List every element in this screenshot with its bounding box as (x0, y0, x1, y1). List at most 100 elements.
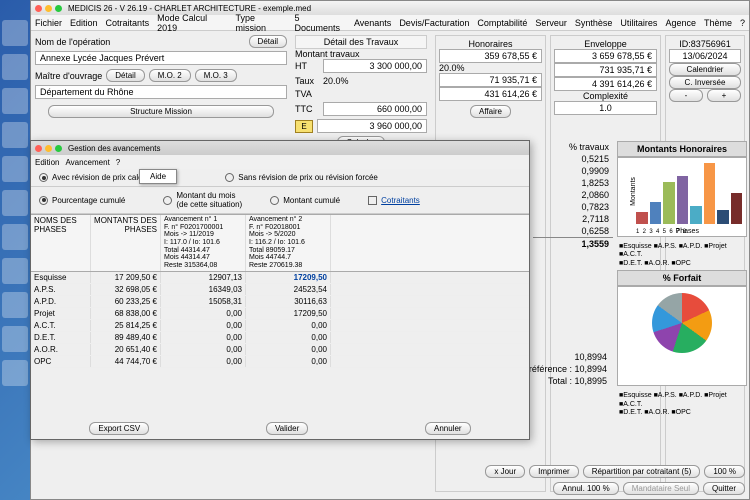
date-value: 13/06/2024 (669, 49, 741, 63)
plus-button[interactable]: + (707, 89, 741, 102)
minimize-icon[interactable] (45, 5, 52, 12)
table-row[interactable]: Projet68 838,00 €0,0017209,50 (31, 308, 529, 320)
e-button[interactable]: E (295, 120, 313, 133)
env-v3: 4 391 614,26 € (554, 77, 657, 91)
affaire-button[interactable]: Affaire (470, 105, 511, 118)
annul100-button[interactable]: Annul. 100 % (553, 482, 619, 495)
table-row[interactable]: A.O.R.20 651,40 €0,000,00 (31, 344, 529, 356)
radio-avec-revision[interactable] (39, 173, 48, 182)
maximize-icon[interactable] (55, 5, 62, 12)
mo2-button[interactable]: M.O. 2 (149, 69, 191, 82)
montant-label: Montant travaux (295, 49, 427, 59)
travaux-title: Détail des Travaux (295, 35, 427, 49)
radio-pct-cumule[interactable] (39, 196, 48, 205)
calendrier-button[interactable]: Calendrier (669, 63, 741, 76)
bar-chart: Montants Phases 1 2 3 4 5 6 7 8 (617, 157, 747, 237)
desktop-icon[interactable] (2, 88, 28, 114)
taux-value: 20.0% (323, 76, 349, 86)
table-row[interactable]: A.P.D.60 233,25 €15058,3130116,63 (31, 296, 529, 308)
rate-row: 2,0860 (533, 189, 613, 201)
dept-input[interactable]: Département du Rhône (35, 85, 287, 99)
menu-documents[interactable]: 5 Documents (294, 13, 345, 33)
modal-menu-help[interactable]: ? (116, 158, 120, 167)
th-montants: MONTANTS DES PHASES (91, 215, 161, 271)
valider-button[interactable]: Valider (266, 422, 308, 435)
menu-utilitaires[interactable]: Utilitaires (620, 18, 657, 28)
annuler-button[interactable]: Annuler (425, 422, 471, 435)
table-row[interactable]: OPC44 744,70 €0,000,00 (31, 356, 529, 368)
menu-synthese[interactable]: Synthèse (575, 18, 613, 28)
mo-detail-button[interactable]: Détail (106, 69, 144, 82)
avancements-modal: Gestion des avancements Edition Avanceme… (30, 140, 530, 440)
modal-close-icon[interactable] (35, 145, 42, 152)
menu-edition[interactable]: Edition (70, 18, 98, 28)
radio-label: Montant cumulé (283, 196, 340, 205)
modal-menu-edition[interactable]: Edition (35, 158, 59, 167)
table-row[interactable]: Esquisse17 209,50 €12907,1317209,50 (31, 272, 529, 284)
desktop-icon[interactable] (2, 292, 28, 318)
modal-menu-avancement[interactable]: Avancement (65, 158, 109, 167)
rate-row: 1,8253 (533, 177, 613, 189)
desktop-icon[interactable] (2, 258, 28, 284)
desktop-icon[interactable] (2, 20, 28, 46)
rate-row: 0,5215 (533, 153, 613, 165)
export-csv-button[interactable]: Export CSV (89, 422, 149, 435)
quitter-button[interactable]: Quitter (703, 482, 745, 495)
hon-v1: 359 678,55 € (439, 49, 542, 63)
rate-row: 0,9909 (533, 165, 613, 177)
op-name-input[interactable]: Annexe Lycée Jacques Prévert (35, 51, 287, 65)
table-row[interactable]: A.P.S.32 698,05 €16349,0324523,54 (31, 284, 529, 296)
check-cotraitants[interactable] (368, 196, 377, 205)
chart-honoraires-title: Montants Honoraires (617, 141, 747, 157)
tva-label: TVA (295, 89, 319, 99)
hon-v3: 431 614,26 € (439, 87, 542, 101)
rate-total: 1,3559 (533, 237, 613, 250)
menu-mode-calcul[interactable]: Mode Calcul 2019 (157, 13, 227, 33)
minus-button[interactable]: - (669, 89, 703, 102)
mo3-button[interactable]: M.O. 3 (195, 69, 237, 82)
menu-compta[interactable]: Comptabilité (477, 18, 527, 28)
footer-buttons: x Jour Imprimer Répartition par cotraita… (445, 465, 745, 495)
menu-fichier[interactable]: Fichier (35, 18, 62, 28)
table-row[interactable]: A.C.T.25 814,25 €0,000,00 (31, 320, 529, 332)
th-av1: Avancement n° 1 F. n° F0201700001Mois ->… (161, 215, 246, 271)
desktop-icon[interactable] (2, 224, 28, 250)
desktop-icon[interactable] (2, 360, 28, 386)
menu-serveur[interactable]: Serveur (535, 18, 567, 28)
montant-input[interactable]: 3 300 000,00 (323, 59, 427, 73)
ht-label: HT (295, 61, 319, 71)
honoraires-label: Honoraires (439, 39, 542, 49)
menu-theme[interactable]: Thème (704, 18, 732, 28)
repartition-button[interactable]: Répartition par cotraitant (5) (583, 465, 701, 478)
mandataire-button[interactable]: Mandataire Seul (623, 482, 699, 495)
menu-cotraitants[interactable]: Cotraitants (106, 18, 150, 28)
desktop-icon[interactable] (2, 190, 28, 216)
hon-v2: 71 935,71 € (439, 73, 542, 87)
desktop-icon[interactable] (2, 54, 28, 80)
cotraitants-link[interactable]: Cotraitants (381, 196, 420, 205)
pct100-button[interactable]: 100 % (704, 465, 745, 478)
pie-graphic (652, 293, 712, 353)
menu-type-mission[interactable]: Type mission (235, 13, 286, 33)
radio-montant-cumule[interactable] (270, 196, 279, 205)
imprimer-button[interactable]: Imprimer (529, 465, 579, 478)
help-popup[interactable]: Aide (139, 169, 177, 184)
desktop-icon[interactable] (2, 122, 28, 148)
modal-minimize-icon[interactable] (45, 145, 52, 152)
menu-agence[interactable]: Agence (665, 18, 696, 28)
xjour-button[interactable]: x Jour (485, 465, 525, 478)
structure-mission-button[interactable]: Structure Mission (48, 105, 275, 118)
desktop-icon[interactable] (2, 326, 28, 352)
modal-title: Gestion des avancements (68, 144, 161, 153)
menu-help[interactable]: ? (740, 18, 745, 28)
detail-button[interactable]: Détail (249, 35, 287, 48)
menu-devis[interactable]: Devis/Facturation (399, 18, 469, 28)
radio-sans-revision[interactable] (225, 173, 234, 182)
desktop-icon[interactable] (2, 156, 28, 182)
modal-maximize-icon[interactable] (55, 145, 62, 152)
menu-avenants[interactable]: Avenants (354, 18, 391, 28)
close-icon[interactable] (35, 5, 42, 12)
radio-montant-mois[interactable] (163, 196, 172, 205)
cinversee-button[interactable]: C. Inversée (669, 76, 741, 89)
table-row[interactable]: D.E.T.89 489,40 €0,000,00 (31, 332, 529, 344)
